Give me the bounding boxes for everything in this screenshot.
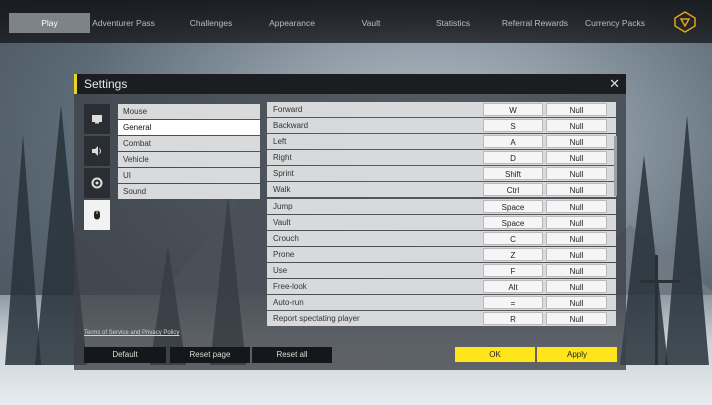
binding-action: Right xyxy=(273,153,292,163)
binding-action: Forward xyxy=(273,105,303,114)
binding-row: Left A Null xyxy=(267,134,616,150)
category-general[interactable]: General xyxy=(118,120,260,135)
binding-row: Jump Space Null xyxy=(267,198,616,214)
secondary-key-field[interactable]: Null xyxy=(546,151,607,165)
primary-key-field[interactable]: S xyxy=(483,119,543,133)
gear-icon xyxy=(91,177,103,189)
binding-row: Auto-run = Null xyxy=(267,295,616,311)
binding-action: Vault xyxy=(273,217,291,227)
primary-key-field[interactable]: Space xyxy=(483,199,543,213)
primary-key-field[interactable]: R xyxy=(483,312,543,326)
apply-button[interactable]: Apply xyxy=(537,347,617,362)
legal-link[interactable]: Terms of Service and Privacy Policy xyxy=(84,330,179,336)
top-nav-bar: Play Adventurer Pass Challenges Appearan… xyxy=(0,0,712,43)
secondary-key-field[interactable]: Null xyxy=(546,263,607,277)
audio-settings-button[interactable] xyxy=(84,136,110,166)
primary-key-field[interactable]: Ctrl xyxy=(483,183,543,197)
binding-row: Walk Ctrl Null xyxy=(267,182,616,198)
settings-title-bar: Settings ✕ xyxy=(74,74,626,94)
binding-row: Use F Null xyxy=(267,262,616,278)
binding-row: Vault Space Null xyxy=(267,214,616,230)
reset-all-button[interactable]: Reset all xyxy=(252,347,332,363)
display-settings-button[interactable] xyxy=(84,104,110,134)
category-vehicle[interactable]: Vehicle xyxy=(118,152,260,167)
category-sound[interactable]: Sound xyxy=(118,184,260,199)
category-combat[interactable]: Combat xyxy=(118,136,260,151)
primary-key-field[interactable]: F xyxy=(483,263,543,277)
scrollbar[interactable] xyxy=(614,136,617,196)
binding-row: Backward S Null xyxy=(267,118,616,134)
secondary-key-field[interactable]: Null xyxy=(546,215,607,229)
binding-row: Crouch C Null xyxy=(267,230,616,246)
binding-action: Crouch xyxy=(273,233,299,243)
tab-vault[interactable]: Vault xyxy=(336,13,406,33)
primary-key-field[interactable]: Space xyxy=(483,215,543,229)
tab-appearance[interactable]: Appearance xyxy=(258,13,326,33)
settings-panel: Settings ✕ Mouse General Combat Vehicle … xyxy=(74,74,626,370)
secondary-key-field[interactable]: Null xyxy=(546,103,607,116)
binding-row: Report spectating player R Null xyxy=(267,311,616,327)
primary-key-field[interactable]: Shift xyxy=(483,167,543,181)
binding-action: Backward xyxy=(273,121,309,131)
primary-key-field[interactable]: C xyxy=(483,231,543,245)
game-settings-button[interactable] xyxy=(84,168,110,198)
triangle-logo-icon[interactable] xyxy=(674,11,696,33)
secondary-key-field[interactable]: Null xyxy=(546,199,607,213)
binding-row: Forward W Null xyxy=(267,102,616,117)
secondary-key-field[interactable]: Null xyxy=(546,296,607,310)
category-list: Mouse General Combat Vehicle UI Sound xyxy=(118,104,260,200)
binding-action: Jump xyxy=(273,201,293,211)
default-button[interactable]: Default xyxy=(84,347,166,363)
controls-settings-button[interactable] xyxy=(84,200,110,230)
category-ui[interactable]: UI xyxy=(118,168,260,183)
secondary-key-field[interactable]: Null xyxy=(546,135,607,149)
primary-key-field[interactable]: = xyxy=(483,296,543,310)
secondary-key-field[interactable]: Null xyxy=(546,231,607,245)
primary-key-field[interactable]: Alt xyxy=(483,280,543,294)
binding-action: Sprint xyxy=(273,169,294,179)
secondary-key-field[interactable]: Null xyxy=(546,183,607,197)
binding-action: Left xyxy=(273,137,287,147)
category-mouse[interactable]: Mouse xyxy=(118,104,260,119)
binding-action: Prone xyxy=(273,249,295,259)
binding-row: Right D Null xyxy=(267,150,616,166)
speaker-icon xyxy=(92,146,101,156)
primary-key-field[interactable]: A xyxy=(483,135,543,149)
binding-action: Auto-run xyxy=(273,298,304,308)
binding-row: Prone Z Null xyxy=(267,246,616,262)
binding-action: Free-look xyxy=(273,282,307,292)
tab-challenges[interactable]: Challenges xyxy=(176,13,246,33)
tab-referral-rewards[interactable]: Referral Rewards xyxy=(496,13,574,33)
binding-action: Report spectating player xyxy=(273,314,360,324)
close-icon[interactable]: ✕ xyxy=(609,76,620,92)
binding-row: Sprint Shift Null xyxy=(267,166,616,182)
primary-key-field[interactable]: D xyxy=(483,151,543,165)
settings-title: Settings xyxy=(84,77,128,91)
binding-action: Walk xyxy=(273,185,291,195)
secondary-key-field[interactable]: Null xyxy=(546,167,607,181)
ok-button[interactable]: OK xyxy=(455,347,535,362)
secondary-key-field[interactable]: Null xyxy=(546,312,607,326)
tab-currency-packs[interactable]: Currency Packs xyxy=(578,13,652,33)
binding-row: Free-look Alt Null xyxy=(267,279,616,295)
keybinding-list: Forward W Null Backward S Null Left A Null Rig… xyxy=(267,102,616,327)
display-icon xyxy=(92,115,102,124)
tab-play[interactable]: Play xyxy=(9,13,90,33)
mouse-icon xyxy=(94,210,100,220)
primary-key-field[interactable]: W xyxy=(483,103,543,116)
secondary-key-field[interactable]: Null xyxy=(546,247,607,261)
secondary-key-field[interactable]: Null xyxy=(546,119,607,133)
tab-statistics[interactable]: Statistics xyxy=(418,13,488,33)
reset-page-button[interactable]: Reset page xyxy=(170,347,250,363)
tab-adventurer-pass[interactable]: Adventurer Pass xyxy=(92,13,155,33)
primary-key-field[interactable]: Z xyxy=(483,247,543,261)
binding-action: Use xyxy=(273,265,288,275)
secondary-key-field[interactable]: Null xyxy=(546,280,607,294)
